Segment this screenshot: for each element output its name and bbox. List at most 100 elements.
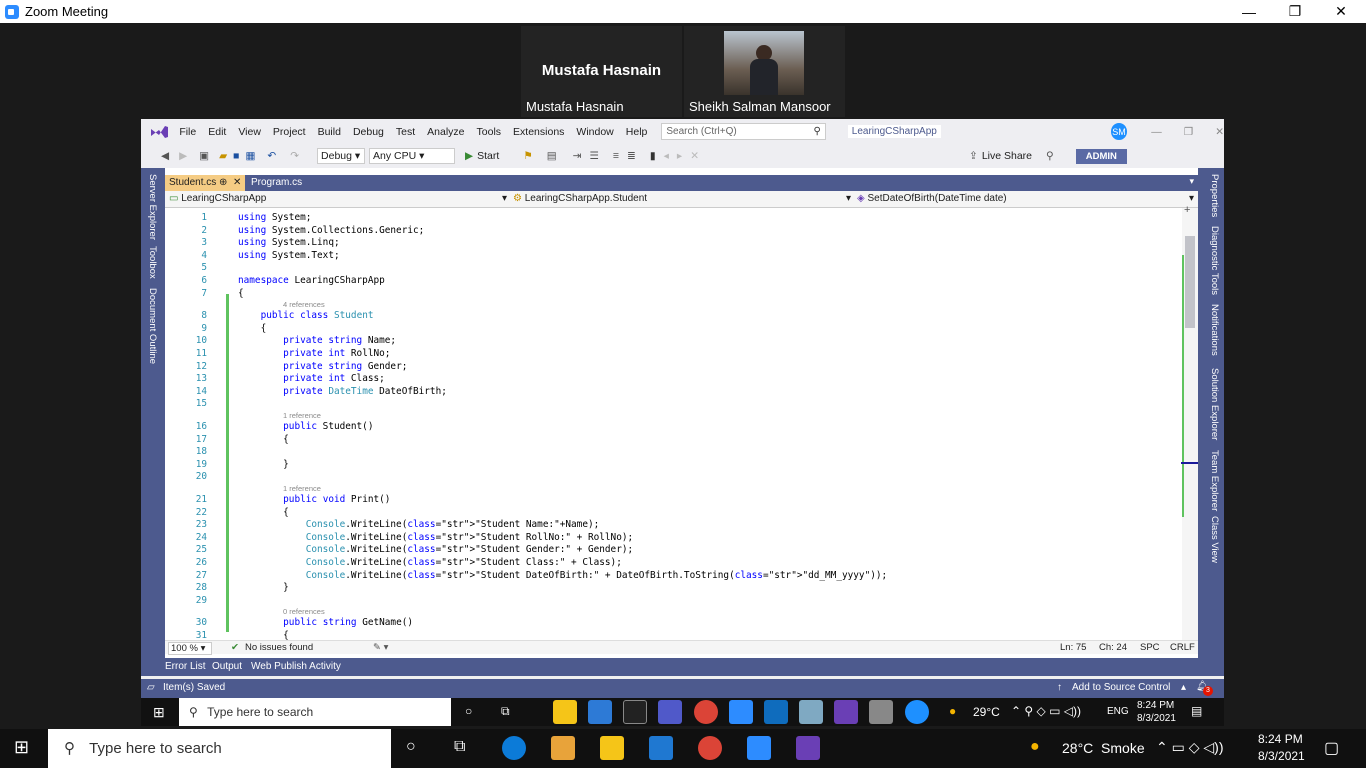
clock-time[interactable]: 8:24 PM (1258, 732, 1303, 746)
chrome-icon[interactable] (698, 736, 722, 760)
start-button[interactable]: Start (477, 150, 499, 162)
menu-test[interactable]: Test (396, 126, 415, 138)
weather-status[interactable]: 28°C Smoke (1062, 740, 1145, 756)
paint-icon[interactable] (869, 700, 893, 724)
tray-icons[interactable]: ⌃ ▭ ◇ ◁)) (1156, 739, 1223, 756)
format-icon[interactable]: ☰ (589, 150, 598, 162)
team-explorer-tab[interactable]: Team Explorer (1209, 450, 1220, 511)
start-icon[interactable]: ▶ (465, 150, 473, 162)
tab-web-publish[interactable]: Web Publish Activity (251, 661, 341, 672)
diagnostic-tools-tab[interactable]: Diagnostic Tools (1209, 226, 1220, 295)
zoom-icon[interactable] (729, 700, 753, 724)
menu-help[interactable]: Help (626, 126, 648, 138)
codelens-references[interactable]: 1 reference (283, 484, 321, 493)
participant-tile-2[interactable]: Sheikh Salman Mansoor (684, 26, 845, 117)
vs-restore-button[interactable]: ❐ (1184, 126, 1193, 138)
code-area[interactable]: 1 using System; 2 using System.Collections.… (165, 208, 1182, 640)
outlook-icon[interactable] (764, 700, 788, 724)
clock-date[interactable]: 8/3/2021 (1137, 713, 1176, 724)
chrome-icon[interactable] (694, 700, 718, 724)
issues-status[interactable]: No issues found (245, 642, 313, 653)
properties-tab[interactable]: Properties (1209, 174, 1220, 217)
windows-start-icon[interactable]: ⊞ (14, 737, 29, 758)
menu-window[interactable]: Window (576, 126, 613, 138)
comment-icon[interactable]: ≡ (613, 150, 619, 162)
minimize-button[interactable]: — (1226, 0, 1272, 23)
live-share-button[interactable]: Live Share (982, 150, 1032, 162)
windows-start-icon[interactable]: ⊞ (153, 704, 165, 721)
tab-student-cs[interactable]: Student.cs ⊕ ✕ (165, 175, 245, 191)
save-icon[interactable]: ■ (233, 150, 239, 162)
tray-icons[interactable]: ⌃ ⚲ ◇ ▭ ◁)) (1011, 704, 1081, 718)
action-center-icon[interactable]: ▢ (1324, 738, 1339, 758)
clock-date[interactable]: 8/3/2021 (1258, 749, 1305, 763)
cortana-icon[interactable]: ○ (465, 704, 472, 718)
save-all-icon[interactable]: ▦ (246, 150, 256, 162)
restore-button[interactable]: ❐ (1272, 0, 1318, 23)
brush-icon[interactable]: ✎ ▾ (373, 642, 388, 653)
file-explorer-icon[interactable] (600, 736, 624, 760)
language-indicator[interactable]: ENG (1107, 706, 1129, 717)
task-view-icon[interactable]: ⧉ (454, 738, 465, 756)
menu-debug[interactable]: Debug (353, 126, 384, 138)
zoom-icon[interactable] (747, 736, 771, 760)
bookmark-prev-icon[interactable]: ◂ (664, 150, 669, 162)
step-icon[interactable]: ⇥ (573, 150, 582, 162)
participant-tile-1[interactable]: Mustafa Hasnain Mustafa Hasnain (521, 26, 682, 117)
add-source-control-button[interactable]: Add to Source Control (1072, 682, 1170, 693)
store-icon[interactable] (551, 736, 575, 760)
tab-overflow-icon[interactable]: ▾ (1189, 176, 1194, 187)
help-icon[interactable] (905, 700, 929, 724)
clock-time[interactable]: 8:24 PM (1137, 700, 1174, 711)
undo-icon[interactable]: ↶ (267, 150, 276, 162)
menu-view[interactable]: View (238, 126, 261, 138)
redo-icon[interactable]: ↷ (290, 150, 299, 162)
cortana-icon[interactable]: ○ (406, 738, 416, 756)
uncomment-icon[interactable]: ≣ (627, 150, 636, 162)
menu-file[interactable]: File (179, 126, 196, 138)
mail-icon[interactable] (649, 736, 673, 760)
search-box[interactable]: ⚲ Type here to search (48, 729, 391, 768)
menu-extensions[interactable]: Extensions (513, 126, 564, 138)
toolbox-tab[interactable]: Toolbox (147, 246, 158, 279)
vs-minimize-button[interactable]: — (1151, 126, 1162, 138)
server-explorer-tab[interactable]: Server Explorer (147, 174, 158, 240)
codelens-references[interactable]: 0 references (283, 607, 325, 616)
app-icon[interactable] (623, 700, 647, 724)
project-dropdown[interactable]: ▭ LearingCSharpApp ▾ (169, 193, 507, 204)
class-dropdown[interactable]: ⚙ LearingCSharpApp.Student ▾ (513, 193, 851, 204)
bookmark-clear-icon[interactable]: ✕ (690, 150, 699, 162)
visual-studio-icon[interactable] (796, 736, 820, 760)
codelens-references[interactable]: 1 reference (283, 411, 321, 420)
app-icon[interactable] (588, 700, 612, 724)
solution-explorer-tab[interactable]: Solution Explorer (1209, 368, 1220, 440)
codelens-references[interactable]: 4 references (283, 300, 325, 309)
member-dropdown[interactable]: ◈ SetDateOfBirth(DateTime date) ▾ (857, 193, 1194, 204)
platform-select[interactable]: Any CPU ▾ (369, 148, 456, 164)
menu-edit[interactable]: Edit (208, 126, 226, 138)
menu-project[interactable]: Project (273, 126, 306, 138)
tab-output[interactable]: Output (212, 661, 242, 672)
zoom-level-select[interactable]: 100 % ▾ (168, 642, 212, 655)
edge-icon[interactable] (502, 736, 526, 760)
class-view-tab[interactable]: Class View (1209, 516, 1220, 563)
configuration-select[interactable]: Debug ▾ (317, 148, 366, 164)
close-button[interactable]: ✕ (1318, 0, 1364, 23)
notepad-icon[interactable] (799, 700, 823, 724)
forward-icon[interactable]: ▶ (179, 150, 187, 162)
bookmark-next-icon[interactable]: ▸ (677, 150, 682, 162)
search-input[interactable]: Search (Ctrl+Q) ⚲ (661, 123, 826, 140)
bookmark-icon[interactable]: ▮ (650, 150, 656, 162)
browser-icon[interactable]: ▤ (547, 150, 557, 162)
document-outline-tab[interactable]: Document Outline (147, 288, 158, 364)
new-project-icon[interactable]: ▣ (199, 150, 209, 162)
scrollbar-thumb[interactable] (1185, 236, 1195, 328)
vertical-scrollbar[interactable]: + (1181, 204, 1198, 640)
tab-program-cs[interactable]: Program.cs (247, 175, 327, 191)
back-icon[interactable]: ◀ (161, 150, 169, 162)
visual-studio-icon[interactable] (834, 700, 858, 724)
open-file-icon[interactable]: ▰ (219, 150, 227, 162)
admin-badge[interactable]: ADMIN (1075, 148, 1127, 164)
weather-temp[interactable]: 29°C (973, 705, 1000, 719)
search-box[interactable]: ⚲ Type here to search (179, 698, 451, 726)
